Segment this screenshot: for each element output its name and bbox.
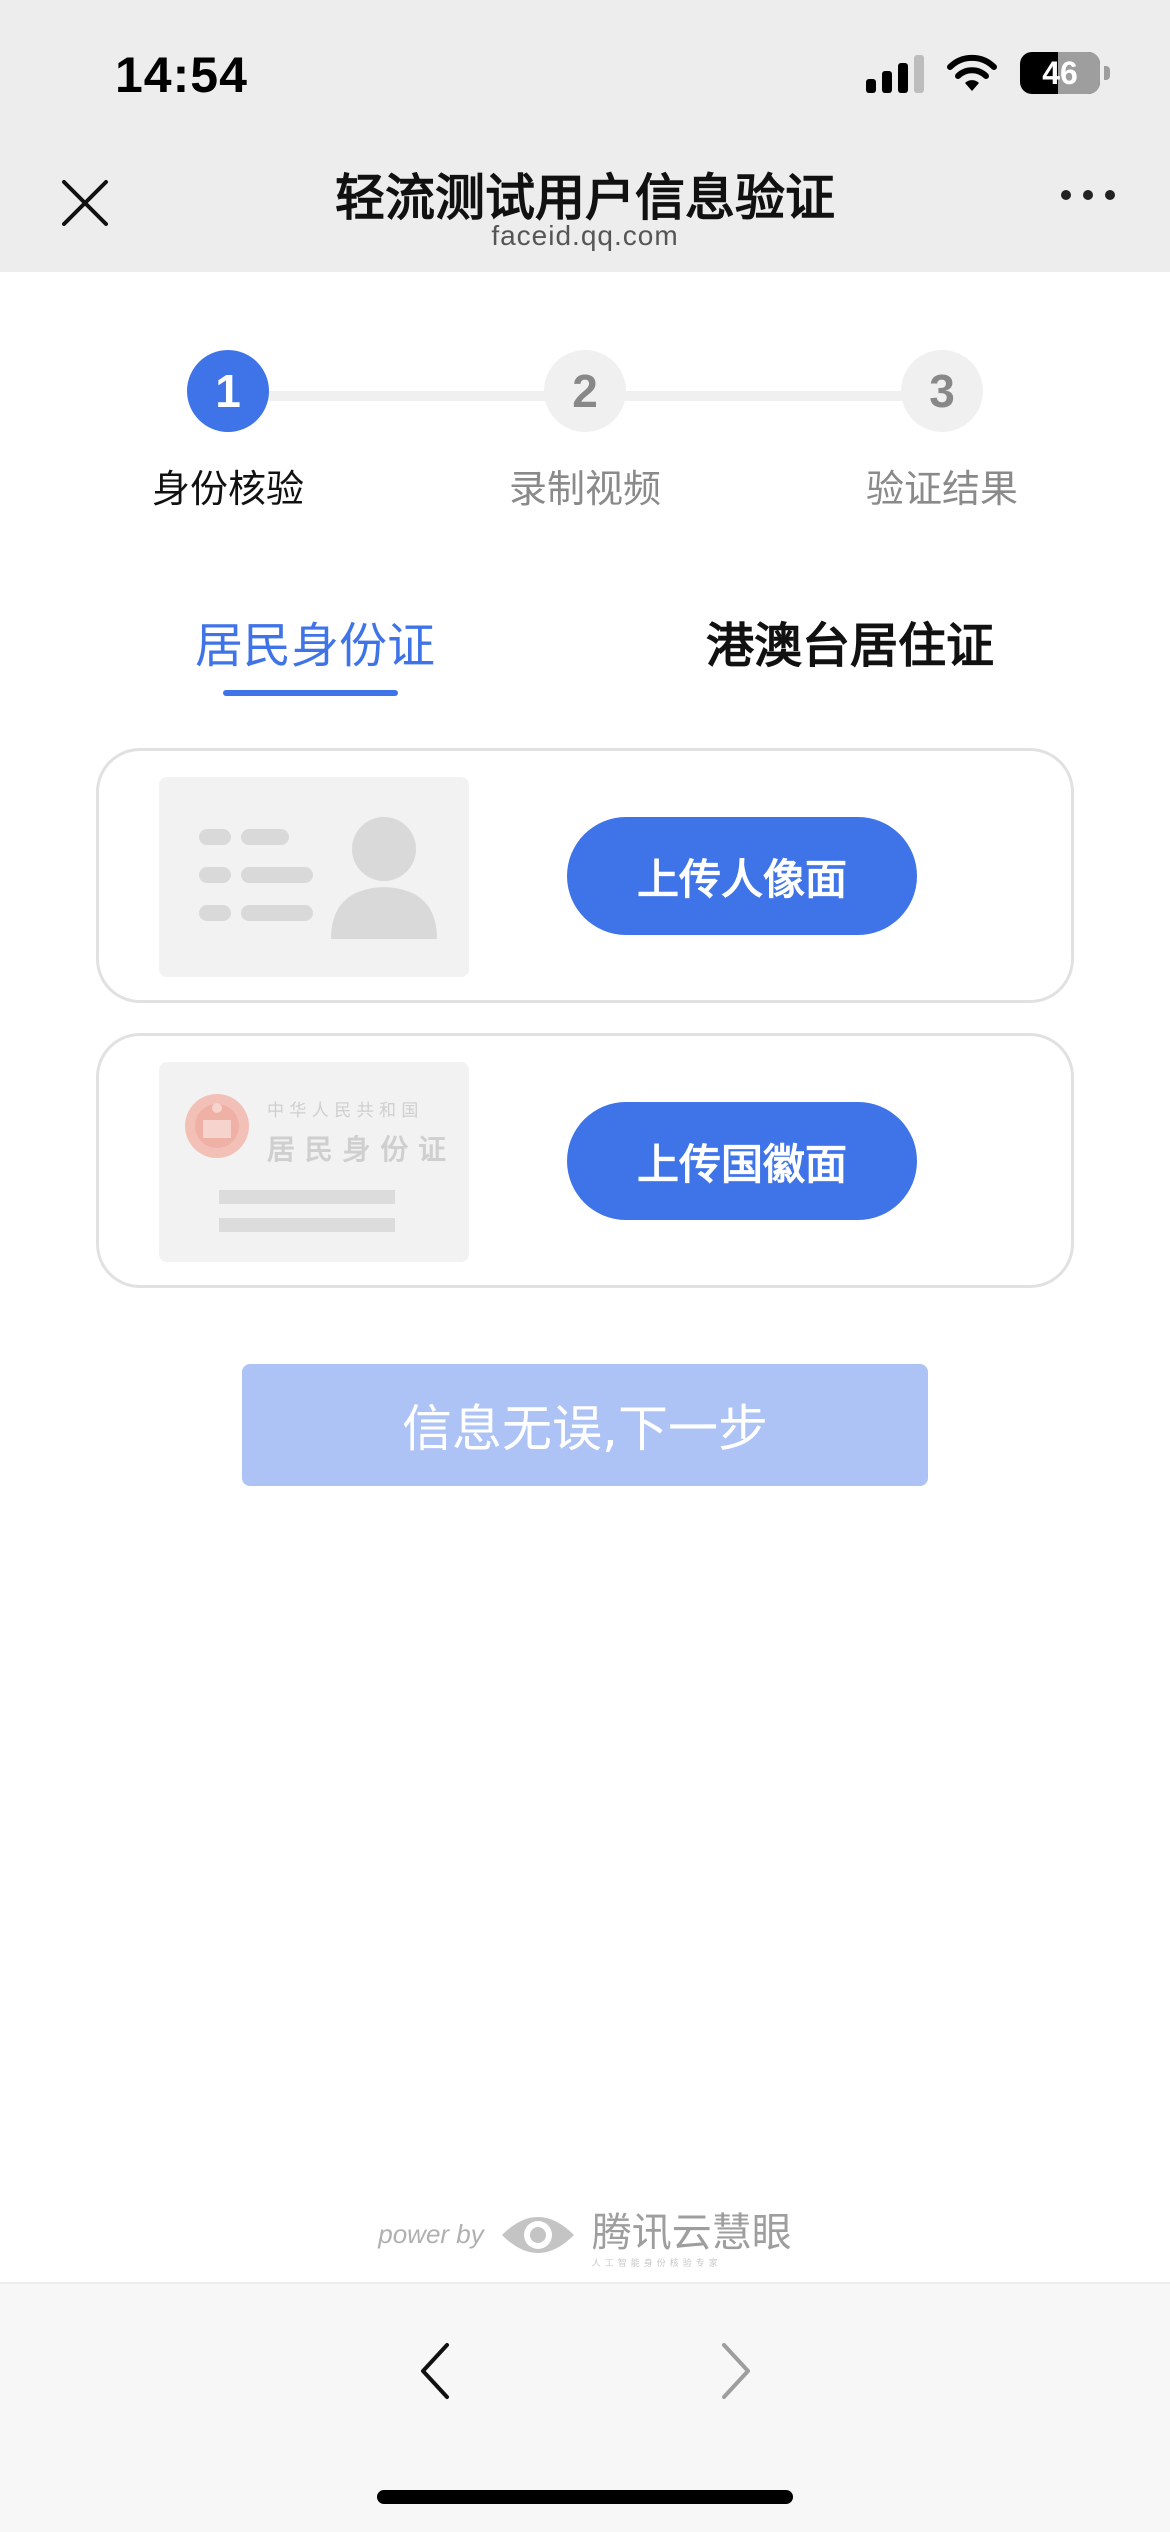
step-1-indicator: 1 xyxy=(187,350,269,432)
status-icons: 46 xyxy=(866,52,1110,94)
battery-icon: 46 xyxy=(1020,52,1110,94)
active-tab-indicator xyxy=(223,690,398,696)
step-2-indicator: 2 xyxy=(544,350,626,432)
emblem-text-country: 中 华 人 民 共 和 国 xyxy=(267,1101,419,1121)
next-step-button[interactable]: 信息无误,下一步 xyxy=(242,1364,928,1486)
upload-card-emblem: 中 华 人 民 共 和 国 居 民 身 份 证 上传国徽面 xyxy=(96,1033,1074,1288)
wifi-icon xyxy=(947,54,997,91)
back-button[interactable] xyxy=(405,2336,465,2406)
tab-resident-id[interactable]: 居民身份证 xyxy=(195,606,435,676)
step-3-label: 验证结果 xyxy=(865,467,1018,511)
tab-hk-macau-taiwan-permit[interactable]: 港澳台居住证 xyxy=(706,606,994,676)
more-icon xyxy=(1061,190,1071,200)
step-1-label: 身份核验 xyxy=(151,467,304,511)
powered-by-text: power by xyxy=(378,2219,484,2249)
chevron-left-icon xyxy=(421,2343,449,2399)
step-3-indicator: 3 xyxy=(901,350,983,432)
status-time: 14:54 xyxy=(115,47,248,103)
emblem-text-idcard: 居 民 身 份 证 xyxy=(267,1133,446,1166)
upload-portrait-button[interactable]: 上传人像面 xyxy=(567,817,917,935)
signal-icon xyxy=(866,53,924,93)
forward-button[interactable] xyxy=(706,2336,766,2406)
brand-name: 腾讯云慧眼 xyxy=(591,2210,792,2256)
powered-by: power by 腾讯云慧眼 人工智能身份核验专家 xyxy=(0,2200,1170,2269)
upload-card-portrait: 上传人像面 xyxy=(96,748,1074,1003)
step-connector xyxy=(625,391,915,401)
top-bar: 14:54 46 轻流测试用户信息验证 faceid.qq.com xyxy=(0,0,1170,272)
step-2-label: 录制视频 xyxy=(508,467,661,511)
tencent-cloud-eye-logo-icon xyxy=(501,2216,574,2253)
upload-emblem-button[interactable]: 上传国徽面 xyxy=(567,1102,917,1220)
id-emblem-illustration: 中 华 人 民 共 和 国 居 民 身 份 证 xyxy=(159,1062,469,1262)
brand-tagline: 人工智能身份核验专家 xyxy=(591,2259,722,2269)
home-indicator[interactable] xyxy=(377,2490,793,2504)
id-portrait-illustration xyxy=(159,777,469,977)
page-domain: faceid.qq.com xyxy=(491,220,679,251)
chevron-right-icon xyxy=(722,2343,750,2399)
step-connector xyxy=(268,391,558,401)
battery-level: 46 xyxy=(1042,54,1078,91)
more-button[interactable] xyxy=(1061,190,1115,200)
progress-stepper: 1 2 3 身份核验 录制视频 验证结果 xyxy=(0,350,1170,520)
